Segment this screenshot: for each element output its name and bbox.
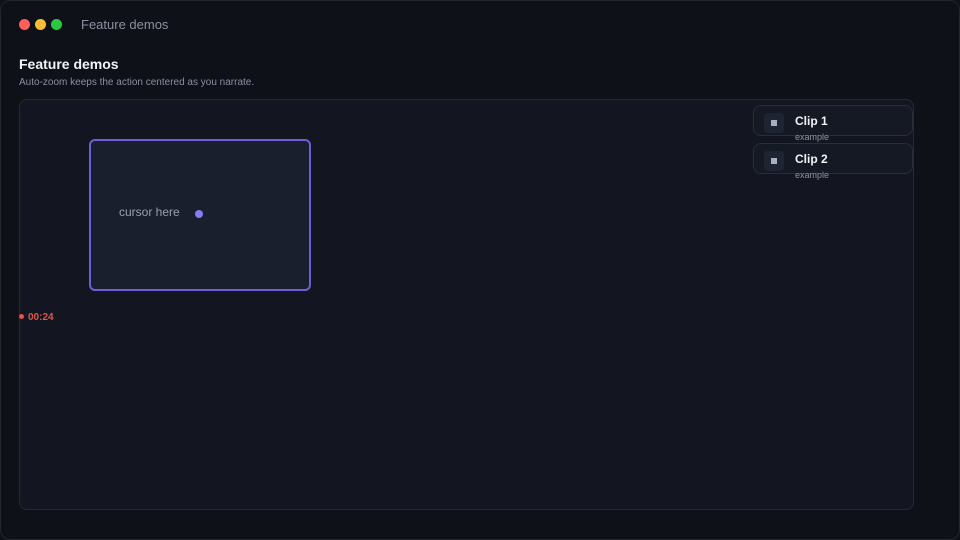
clip-title: Clip 2 bbox=[795, 152, 828, 166]
maximize-window-button[interactable] bbox=[51, 19, 62, 30]
recording-time: 00:24 bbox=[28, 312, 54, 323]
cursor-dot-icon bbox=[195, 210, 203, 218]
recording-dot-icon bbox=[19, 314, 24, 319]
minimize-window-button[interactable] bbox=[35, 19, 46, 30]
zoom-focus-label: cursor here bbox=[119, 205, 180, 219]
clip-card-2[interactable]: Clip 2 example bbox=[753, 143, 913, 180]
page-subtitle: Auto-zoom keeps the action centered as y… bbox=[19, 77, 255, 88]
clip-thumbnail bbox=[764, 151, 784, 171]
clip-subtitle: example bbox=[795, 170, 830, 180]
app-window: Feature demos Feature demos Auto-zoom ke… bbox=[0, 0, 960, 540]
recording-timer: 00:24 bbox=[19, 312, 54, 323]
close-window-button[interactable] bbox=[19, 19, 30, 30]
stop-square-icon bbox=[771, 158, 777, 164]
clip-thumbnail bbox=[764, 113, 784, 133]
page-title: Feature demos bbox=[19, 56, 119, 72]
clip-card-1[interactable]: Clip 1 example bbox=[753, 105, 913, 142]
title-bar: Feature demos bbox=[1, 1, 959, 47]
window-title: Feature demos bbox=[81, 17, 169, 32]
clip-title: Clip 1 bbox=[795, 114, 828, 128]
auto-zoom-focus-box: cursor here bbox=[89, 139, 311, 291]
clip-subtitle: example bbox=[795, 132, 830, 142]
stop-square-icon bbox=[771, 120, 777, 126]
